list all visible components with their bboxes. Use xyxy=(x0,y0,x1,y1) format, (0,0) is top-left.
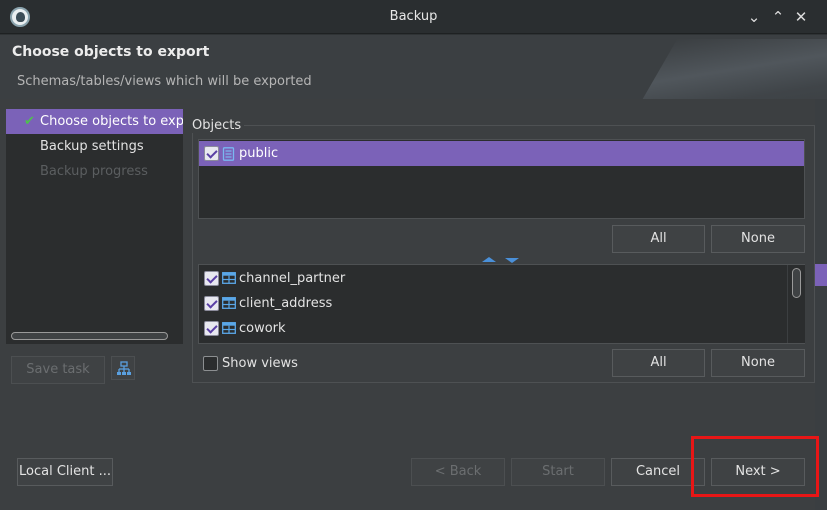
table-select-all-button[interactable]: All xyxy=(612,349,705,377)
back-button[interactable]: < Back xyxy=(411,458,505,486)
schema-icon xyxy=(222,147,235,161)
table-list-scrollbar[interactable] xyxy=(787,265,805,343)
table-checkbox[interactable] xyxy=(204,271,219,286)
backup-dialog: Backup ⌄ ⌃ ✕ Choose objects to export Sc… xyxy=(0,0,827,510)
show-views-label[interactable]: Show views xyxy=(222,356,298,371)
schema-select-none-button[interactable]: None xyxy=(711,225,805,253)
nav-item-backup-progress: Backup progress xyxy=(6,159,183,184)
table-icon xyxy=(222,272,236,284)
table-icon xyxy=(222,322,236,334)
objects-group-label: Objects xyxy=(192,118,245,133)
show-views-checkbox[interactable] xyxy=(203,356,218,371)
local-client-button[interactable]: Local Client ... xyxy=(17,458,113,486)
schema-row-public[interactable]: public xyxy=(199,141,804,166)
schema-list: public xyxy=(198,139,805,219)
table-row-client-address[interactable]: client_address xyxy=(199,291,787,316)
table-name: cowork xyxy=(239,321,286,336)
title-bar: Backup ⌄ ⌃ ✕ xyxy=(0,0,827,34)
wizard-header: Choose objects to export Schemas/tables/… xyxy=(0,35,827,99)
table-checkbox[interactable] xyxy=(204,296,219,311)
wizard-steps-list: ✔ Choose objects to export Backup settin… xyxy=(6,109,183,341)
schema-select-all-button[interactable]: All xyxy=(612,225,705,253)
page-title: Choose objects to export xyxy=(12,44,210,60)
close-icon[interactable]: ✕ xyxy=(790,6,812,28)
table-row-channel-partner[interactable]: channel_partner xyxy=(199,266,787,291)
table-name: client_address xyxy=(239,296,333,311)
scrollbar-thumb[interactable] xyxy=(792,268,801,298)
next-button-highlight-box xyxy=(691,436,819,497)
table-row-cowork[interactable]: cowork xyxy=(199,316,787,341)
window-title: Backup xyxy=(389,9,438,24)
table-icon xyxy=(222,297,236,309)
table-select-none-button[interactable]: None xyxy=(711,349,805,377)
task-config-button[interactable] xyxy=(111,356,135,380)
check-icon: ✔ xyxy=(24,114,35,129)
table-name: channel_partner xyxy=(239,271,346,286)
nav-item-backup-settings[interactable]: Backup settings xyxy=(6,134,183,159)
network-tree-icon xyxy=(117,361,131,375)
minimize-icon[interactable]: ⌄ xyxy=(743,6,765,28)
scrollbar-thumb[interactable] xyxy=(11,332,168,340)
start-button[interactable]: Start xyxy=(511,458,605,486)
nav-item-label: Backup progress xyxy=(40,164,148,179)
schema-checkbox[interactable] xyxy=(204,146,219,161)
nav-item-label: Backup settings xyxy=(40,139,144,154)
nav-item-choose-objects[interactable]: ✔ Choose objects to export xyxy=(6,109,183,134)
nav-item-label: Choose objects to export xyxy=(40,114,183,129)
table-list: channel_partner client_address cowork xyxy=(198,264,805,344)
save-task-button[interactable]: Save task xyxy=(11,356,105,384)
page-subtitle: Schemas/tables/views which will be expor… xyxy=(17,74,312,89)
maximize-icon[interactable]: ⌃ xyxy=(767,6,789,28)
splitter-arrows-icon[interactable] xyxy=(482,256,522,264)
header-decoration xyxy=(642,39,827,99)
table-checkbox[interactable] xyxy=(204,321,219,336)
schema-name: public xyxy=(239,146,279,161)
nav-horizontal-scrollbar[interactable] xyxy=(6,329,183,344)
